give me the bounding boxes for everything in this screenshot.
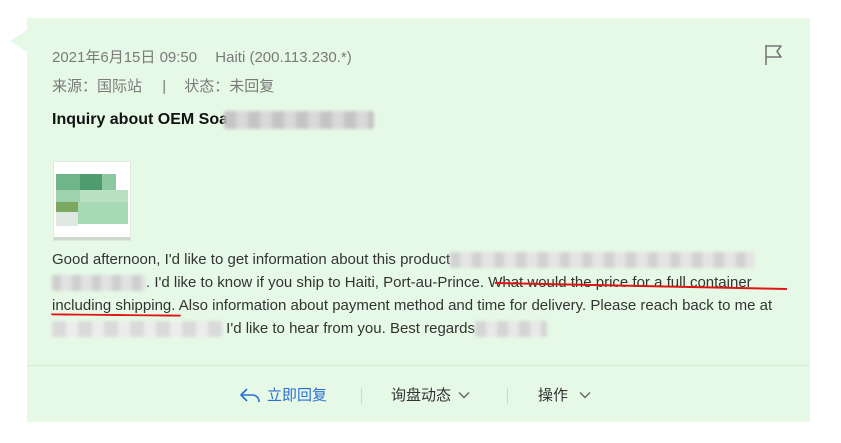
status-label: 状态：未回复 (184, 78, 275, 95)
reply-now-button[interactable]: 立即回复 (239, 384, 327, 405)
operate-label: 操作 (538, 387, 569, 404)
reply-arrow-icon (240, 387, 260, 402)
redacted-sender-name (474, 321, 547, 338)
redacted-contact-email (52, 321, 222, 338)
inquiry-title-text: Inquiry about OEM Soa (52, 111, 229, 129)
action-separator (361, 388, 362, 404)
source-label: 来源：国际站 (52, 78, 143, 95)
flag-icon[interactable] (764, 44, 784, 66)
operate-dropdown[interactable]: 操作 (538, 384, 591, 405)
action-divider (27, 365, 810, 366)
product-thumbnail[interactable] (53, 161, 131, 241)
reply-now-label: 立即回复 (267, 387, 328, 404)
sender-location: Haiti (200.113.230.*) (215, 49, 352, 66)
redacted-title-text (224, 111, 375, 129)
redacted-product-name (450, 252, 756, 269)
redacted-product-name-cont (52, 275, 146, 292)
body-text-greeting: Good afternoon, I'd like to get informat… (52, 251, 451, 268)
message-datetime: 2021年6月15日 09:50 (52, 49, 198, 66)
inquiry-status-dropdown[interactable]: 询盘动态 (391, 384, 470, 405)
speech-bubble-tail (10, 30, 27, 52)
chevron-down-icon (458, 391, 470, 398)
body-text-payment: . Also information about payment method … (171, 297, 773, 314)
message-meta-line: 2021年6月15日 09:50 Haiti (200.113.230.*) (52, 46, 352, 67)
inquiry-title: Inquiry about OEM Soa (52, 111, 375, 129)
inquiry-status-label: 询盘动态 (391, 387, 452, 404)
inquiry-message-card: 2021年6月15日 09:50 Haiti (200.113.230.*) 来… (10, 18, 810, 422)
action-bar: 立即回复 询盘动态 操作 (27, 384, 810, 408)
message-status-line: 来源：国际站 | 状态：未回复 (52, 75, 274, 96)
body-text-closing: I'd like to hear from you. Best regards (226, 320, 475, 337)
message-body: Good afternoon, I'd like to get informat… (52, 248, 792, 340)
chevron-down-icon (579, 391, 591, 398)
body-text-shipping: . I'd like to know if you ship to Haiti,… (146, 274, 489, 291)
meta-separator: | (162, 78, 167, 95)
action-separator (507, 388, 508, 404)
